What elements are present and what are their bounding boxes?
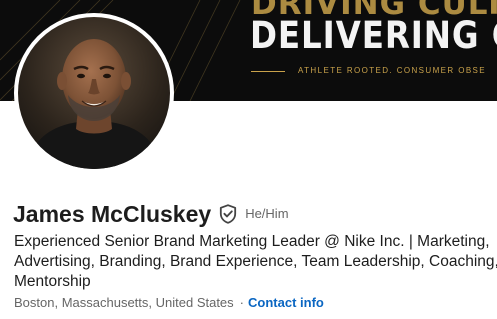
avatar[interactable] <box>14 13 174 173</box>
shield-check-icon[interactable] <box>217 203 239 225</box>
profile-card: DRIVING CULTURE DELIVERING GRO ATHLETE R… <box>0 0 497 319</box>
separator-dot: · <box>239 295 245 310</box>
contact-info-link[interactable]: Contact info <box>248 295 324 310</box>
profile-headline: Experienced Senior Brand Marketing Leade… <box>14 232 497 292</box>
headline-line: Mentorship <box>14 273 91 290</box>
profile-location: Boston, Massachusetts, United States <box>14 295 234 310</box>
headline-line: Advertising, Branding, Brand Experience,… <box>14 253 497 270</box>
banner-tagline: ATHLETE ROOTED. CONSUMER OBSE <box>298 66 487 75</box>
name-row: James McCluskey He/Him <box>13 200 289 228</box>
pronouns: He/Him <box>245 205 289 221</box>
banner-headline: DELIVERING GRO <box>250 14 497 57</box>
banner-rule <box>251 71 285 72</box>
location-row: Boston, Massachusetts, United States · Con… <box>14 295 324 310</box>
avatar-photo <box>18 17 170 169</box>
profile-name: James McCluskey <box>13 200 212 227</box>
headline-line: Experienced Senior Brand Marketing Leade… <box>14 233 490 250</box>
